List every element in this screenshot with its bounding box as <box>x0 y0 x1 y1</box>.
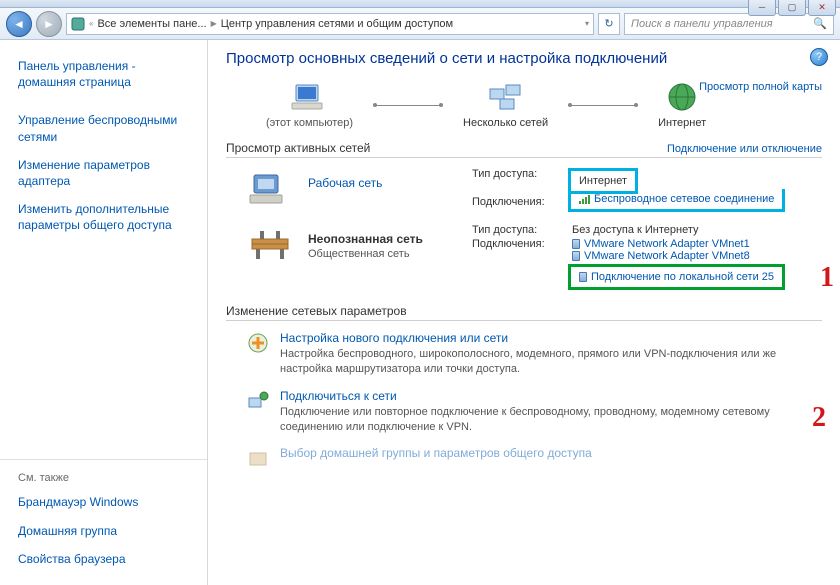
control-panel-icon <box>71 17 85 31</box>
connection-line <box>568 105 638 106</box>
work-network-icon <box>246 168 294 208</box>
full-map-link[interactable]: Просмотр полной карты <box>699 81 822 93</box>
sidebar-item-home[interactable]: Панель управления - домашняя страница <box>0 52 207 96</box>
breadcrumb-chevron-icon: « <box>89 19 93 28</box>
globe-icon <box>666 81 698 113</box>
task-desc: Подключение или повторное подключение к … <box>280 405 800 435</box>
connections-label: Подключения: <box>472 238 572 290</box>
signal-icon <box>579 195 590 204</box>
lan25-link[interactable]: Подключение по локальной сети 25 <box>579 271 774 283</box>
new-connection-icon <box>246 331 270 355</box>
task-desc: Настройка беспроводного, широкополосного… <box>280 347 800 377</box>
section-change-settings: Изменение сетевых параметров <box>226 304 822 321</box>
adapter-icon <box>572 239 580 249</box>
breadcrumb-chevron-icon: ▾ <box>585 19 589 28</box>
network-name-link[interactable]: Рабочая сеть <box>308 176 458 190</box>
annotation-2: 2 <box>812 402 826 434</box>
see-also-heading: См. также <box>0 468 207 488</box>
adapter-icon <box>572 251 580 261</box>
search-placeholder: Поиск в панели управления <box>631 18 773 30</box>
network-block-work: Рабочая сеть Тип доступа: Интернет Подкл… <box>226 168 822 214</box>
access-type-value: Интернет <box>579 175 627 187</box>
connect-disconnect-link[interactable]: Подключение или отключение <box>667 143 822 155</box>
network-map: (этот компьютер) Несколько сетей Интерне… <box>226 81 822 129</box>
wireless-connection-link[interactable]: Беспроводное сетевое соединение <box>579 193 774 205</box>
titlebar: ─ ▢ ✕ <box>0 0 840 8</box>
network-block-unidentified: Неопознанная сеть Общественная сеть Тип … <box>226 224 822 292</box>
public-network-icon <box>246 224 294 264</box>
sidebar-item-browser[interactable]: Свойства браузера <box>0 545 207 573</box>
access-type-label: Тип доступа: <box>472 224 572 236</box>
network-node-label: (этот компьютер) <box>266 117 353 129</box>
vmnet8-link[interactable]: VMware Network Adapter VMnet8 <box>572 250 785 262</box>
forward-button[interactable]: ► <box>36 11 62 37</box>
connections-label: Подключения: <box>472 196 572 212</box>
search-icon: 🔍 <box>813 17 827 30</box>
breadcrumb[interactable]: « Все элементы пане... ▶ Центр управлени… <box>66 13 594 35</box>
task-link[interactable]: Выбор домашней группы и параметров общег… <box>280 446 592 460</box>
breadcrumb-item[interactable]: Центр управления сетями и общим доступом <box>221 18 453 30</box>
breadcrumb-chevron-icon: ▶ <box>211 19 217 28</box>
sidebar-item-adapter[interactable]: Изменение параметров адаптера <box>0 151 207 195</box>
network-type: Общественная сеть <box>308 248 458 260</box>
task-new-connection[interactable]: Настройка нового подключения или сети На… <box>246 331 822 377</box>
vmnet1-link[interactable]: VMware Network Adapter VMnet1 <box>572 238 785 250</box>
task-connect[interactable]: Подключиться к сети Подключение или повт… <box>246 389 822 435</box>
connection-line <box>373 105 443 106</box>
annotation-1: 1 <box>820 262 834 294</box>
access-type-label: Тип доступа: <box>472 168 572 194</box>
maximize-button[interactable]: ▢ <box>778 0 806 16</box>
task-link[interactable]: Настройка нового подключения или сети <box>280 331 800 345</box>
task-link[interactable]: Подключиться к сети <box>280 389 800 403</box>
computer-icon <box>290 81 330 113</box>
connect-icon <box>246 389 270 413</box>
page-title: Просмотр основных сведений о сети и наст… <box>226 50 822 67</box>
access-type-value: Без доступа к Интернету <box>572 224 699 236</box>
network-node-label: Интернет <box>658 117 706 129</box>
adapter-icon <box>579 272 587 282</box>
section-active-networks: Просмотр активных сетей Подключение или … <box>226 141 822 158</box>
sidebar: Панель управления - домашняя страница Уп… <box>0 40 208 585</box>
network-icon <box>486 81 526 113</box>
sidebar-item-homegroup[interactable]: Домашняя группа <box>0 517 207 545</box>
network-node-label: Несколько сетей <box>463 117 548 129</box>
sidebar-item-firewall[interactable]: Брандмауэр Windows <box>0 488 207 516</box>
homegroup-icon <box>246 446 270 470</box>
task-homegroup[interactable]: Выбор домашней группы и параметров общег… <box>246 446 822 470</box>
refresh-button[interactable]: ↻ <box>598 13 620 35</box>
help-icon[interactable]: ? <box>810 48 828 66</box>
close-button[interactable]: ✕ <box>808 0 836 16</box>
divider <box>0 459 207 460</box>
minimize-button[interactable]: ─ <box>748 0 776 16</box>
breadcrumb-item[interactable]: Все элементы пане... <box>97 18 206 30</box>
section-label: Просмотр активных сетей <box>226 141 370 155</box>
sidebar-item-wireless[interactable]: Управление беспроводными сетями <box>0 106 207 150</box>
network-name: Неопознанная сеть <box>308 232 458 246</box>
address-bar: ◄ ► « Все элементы пане... ▶ Центр управ… <box>0 8 840 40</box>
back-button[interactable]: ◄ <box>6 11 32 37</box>
section-label: Изменение сетевых параметров <box>226 304 407 318</box>
main-panel: ? Просмотр основных сведений о сети и на… <box>208 40 840 585</box>
sidebar-item-sharing[interactable]: Изменить дополнительные параметры общего… <box>0 195 207 239</box>
